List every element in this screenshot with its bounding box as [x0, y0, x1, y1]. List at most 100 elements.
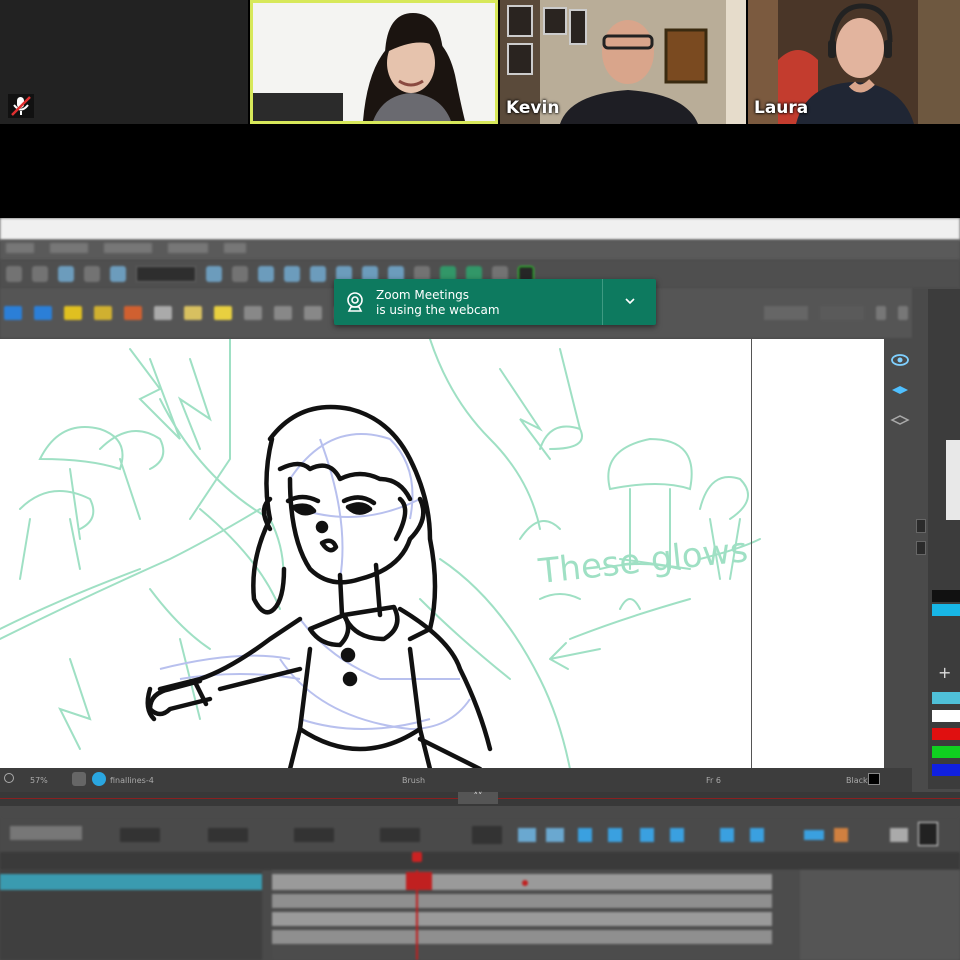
- fps-field[interactable]: [380, 828, 420, 842]
- participant-tile-kevin[interactable]: Kevin: [500, 0, 746, 124]
- rough-blue-construction: [159, 433, 471, 731]
- view-tab[interactable]: [764, 306, 808, 320]
- frame-track: [272, 894, 772, 908]
- tool-icon[interactable]: [94, 306, 112, 320]
- notification-text: Zoom Meetings is using the webcam: [376, 288, 500, 318]
- playhead-marker[interactable]: [412, 852, 422, 862]
- palette-selected-row[interactable]: [932, 604, 960, 616]
- menu-item[interactable]: [224, 243, 246, 253]
- playhead-line: [416, 870, 418, 960]
- toolbar-icon[interactable]: [84, 266, 100, 282]
- timeline-frames[interactable]: [272, 870, 960, 960]
- timeline-toggle-button[interactable]: [918, 822, 938, 846]
- menu-item[interactable]: [50, 243, 88, 253]
- selected-frame-cell[interactable]: [406, 872, 432, 890]
- current-frame: Fr 6: [706, 776, 721, 785]
- color-swatch[interactable]: [932, 728, 960, 740]
- color-swatch[interactable]: [932, 710, 960, 722]
- toolbar-dropdown[interactable]: [136, 266, 196, 282]
- zoom-webcam-notification[interactable]: Zoom Meetings is using the webcam: [334, 279, 656, 325]
- brush-properties-fields: [946, 440, 960, 520]
- eye-icon[interactable]: [890, 351, 910, 369]
- timeline-tool-icon[interactable]: [834, 828, 848, 842]
- layer-row-selected[interactable]: [0, 874, 262, 890]
- tool-icon[interactable]: [274, 306, 292, 320]
- collapse-expand-icon[interactable]: ˄˅: [458, 792, 498, 804]
- toolbar-icon[interactable]: [110, 266, 126, 282]
- layer-row[interactable]: [0, 912, 262, 928]
- frame-track: [272, 912, 772, 926]
- timeline-tool-icon[interactable]: [670, 828, 684, 842]
- tool-icon[interactable]: [214, 306, 232, 320]
- timeline-tool-icon[interactable]: [640, 828, 654, 842]
- tool-icon[interactable]: [4, 306, 22, 320]
- panel-expand-button[interactable]: [916, 541, 926, 555]
- menu-item[interactable]: [104, 243, 152, 253]
- layer-row[interactable]: [0, 930, 262, 946]
- toolbar-icon[interactable]: [6, 266, 22, 282]
- reset-view-icon[interactable]: [4, 773, 14, 783]
- menu-item[interactable]: [6, 243, 34, 253]
- timeline-tool-icon[interactable]: [546, 828, 564, 842]
- toolbar-icon[interactable]: [32, 266, 48, 282]
- tool-icon[interactable]: [304, 306, 322, 320]
- participant-tile-active-speaker[interactable]: [250, 0, 498, 124]
- palette-add-icon[interactable]: +: [938, 663, 951, 682]
- participant-name-label: Laura: [754, 98, 809, 118]
- timeline-splitter[interactable]: ˄˅: [0, 792, 960, 806]
- stop-field[interactable]: [294, 828, 334, 842]
- onion-skin-button[interactable]: [472, 826, 502, 844]
- menu-bar: [0, 240, 960, 260]
- frame-field[interactable]: [120, 828, 160, 842]
- timeline-tool-icon[interactable]: [518, 828, 536, 842]
- layers-icon[interactable]: [890, 381, 910, 399]
- toolbar-icon[interactable]: [310, 266, 326, 282]
- frame-track: [272, 930, 772, 944]
- start-field[interactable]: [208, 828, 248, 842]
- tool-icon[interactable]: [184, 306, 202, 320]
- timeline-tool-icon[interactable]: [804, 830, 824, 840]
- light-table-icon[interactable]: [890, 411, 910, 429]
- toolbar-icon[interactable]: [232, 266, 248, 282]
- menu-item[interactable]: [168, 243, 208, 253]
- chevron-down-icon[interactable]: [616, 293, 644, 311]
- current-color-name: Black: [846, 776, 868, 785]
- tool-icon[interactable]: [154, 306, 172, 320]
- color-swatch[interactable]: [932, 746, 960, 758]
- panel-button[interactable]: [898, 306, 908, 320]
- timeline-tool-icon[interactable]: [890, 828, 908, 842]
- zoom-level[interactable]: 57%: [30, 776, 48, 785]
- color-swatch[interactable]: [932, 692, 960, 704]
- window-title-bar: [0, 218, 960, 240]
- settings-gear-icon[interactable]: [72, 772, 86, 786]
- notification-app-name: Zoom Meetings: [376, 288, 470, 302]
- tool-icon[interactable]: [124, 306, 142, 320]
- participant-strip: Kevin Laura: [0, 0, 960, 126]
- layer-row[interactable]: [0, 894, 262, 910]
- color-swatch[interactable]: [932, 764, 960, 776]
- timeline-header: [0, 852, 960, 870]
- timeline-tool-icon[interactable]: [608, 828, 622, 842]
- tool-icon[interactable]: [244, 306, 262, 320]
- tool-icon[interactable]: [64, 306, 82, 320]
- toolbar-icon[interactable]: [58, 266, 74, 282]
- toolbar-icon[interactable]: [258, 266, 274, 282]
- timeline-tool-icon[interactable]: [720, 828, 734, 842]
- toolbar-icon[interactable]: [284, 266, 300, 282]
- camera-frame-edge: [751, 339, 752, 768]
- timeline-tool-icon[interactable]: [750, 828, 764, 842]
- annotation-text: These glows: [536, 530, 750, 592]
- participant-tile-muted[interactable]: [0, 0, 248, 124]
- mic-muted-icon: [8, 94, 34, 118]
- tool-icon[interactable]: [34, 306, 52, 320]
- timeline-tool-icon[interactable]: [578, 828, 592, 842]
- panel-button[interactable]: [876, 306, 886, 320]
- toolbar-icon[interactable]: [206, 266, 222, 282]
- current-layer-name: finallines-4: [110, 776, 154, 785]
- current-color-swatch[interactable]: [868, 773, 880, 785]
- view-tab[interactable]: [820, 306, 864, 320]
- webcam-icon: [347, 292, 363, 312]
- participant-tile-laura[interactable]: Laura: [748, 0, 960, 124]
- panel-collapse-button[interactable]: [916, 519, 926, 533]
- playback-slider[interactable]: [10, 826, 82, 840]
